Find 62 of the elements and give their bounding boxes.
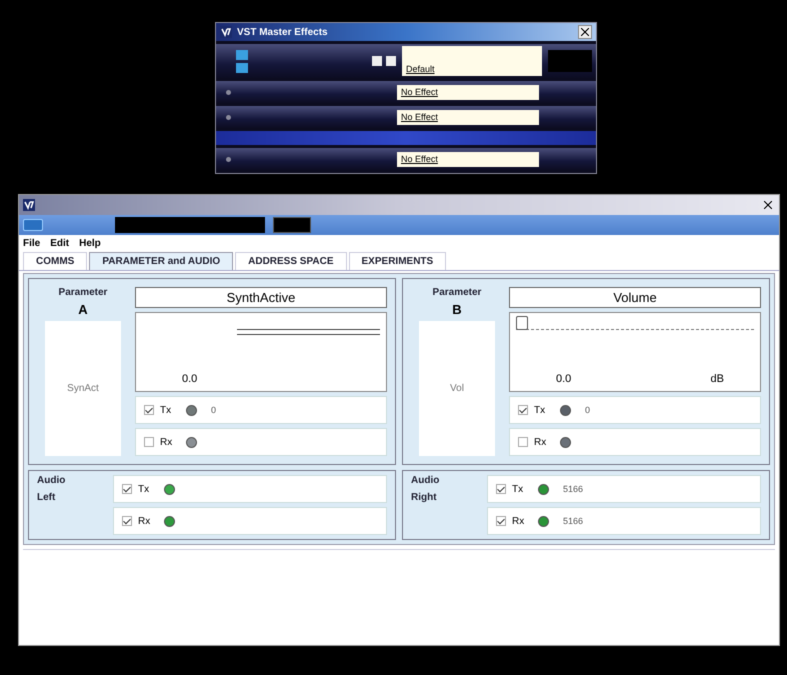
- slot-indicator: [226, 156, 231, 162]
- link-value: 0: [211, 405, 216, 415]
- link-value: 5166: [563, 516, 584, 526]
- effect-dropdown[interactable]: No Effect: [397, 152, 539, 166]
- module-icon[interactable]: [236, 62, 248, 72]
- menu-item[interactable]: Edit: [50, 238, 70, 249]
- slot-indicator: [226, 114, 231, 120]
- app-icon: [220, 26, 232, 38]
- module-icon[interactable]: [236, 50, 248, 60]
- tab[interactable]: COMMS: [23, 252, 88, 270]
- app-icon: [23, 199, 35, 211]
- tab[interactable]: ADDRESS SPACE: [235, 252, 347, 270]
- link-value: 0: [585, 405, 590, 415]
- checkbox[interactable]: [518, 437, 528, 447]
- panel-label: Audio: [411, 475, 440, 486]
- effect-dropdown[interactable]: No Effect: [397, 110, 539, 124]
- link-label: Rx: [512, 516, 526, 526]
- panel-label: Parameter: [432, 287, 482, 298]
- link-value: 5166: [563, 484, 584, 494]
- menu-item[interactable]: Help: [79, 238, 101, 249]
- channel-label: Right: [411, 492, 438, 503]
- short-name: SynAct: [67, 383, 99, 394]
- panel-label: Parameter: [58, 287, 108, 298]
- switch-line[interactable]: [237, 329, 380, 335]
- parameter-value: 0.0: [556, 373, 572, 385]
- checkbox[interactable]: [144, 405, 154, 415]
- tab[interactable]: EXPERIMENTS: [348, 252, 446, 270]
- checkbox[interactable]: [496, 516, 506, 526]
- slot-indicator: [226, 90, 231, 94]
- toolbar-button[interactable]: [273, 217, 311, 233]
- connect-button[interactable]: [23, 219, 43, 231]
- checkbox[interactable]: [122, 484, 132, 494]
- panel-letter: B: [452, 302, 462, 317]
- tab[interactable]: PARAMETER and AUDIO: [89, 252, 234, 270]
- link-label: Rx: [138, 516, 152, 526]
- short-name: Vol: [450, 383, 464, 394]
- link-label: Tx: [138, 484, 150, 494]
- parameter-name: SynthActive: [135, 287, 387, 308]
- link-label: Rx: [534, 436, 548, 448]
- checkbox[interactable]: [144, 437, 154, 447]
- slider-thumb[interactable]: [516, 316, 528, 330]
- link-label: Tx: [512, 484, 524, 494]
- window-title: VST Master Effects: [237, 26, 329, 38]
- menu-item[interactable]: File: [23, 238, 40, 249]
- link-label: Rx: [160, 436, 174, 448]
- panel-letter: A: [78, 302, 88, 317]
- effect-dropdown[interactable]: No Effect: [397, 84, 539, 100]
- checkbox[interactable]: [496, 484, 506, 494]
- link-label: Tx: [534, 404, 546, 416]
- checkbox[interactable]: [122, 516, 132, 526]
- parameter-value: 0.0: [182, 373, 198, 385]
- close-button[interactable]: [578, 25, 592, 39]
- channel-label: Left: [37, 492, 56, 503]
- link-label: Tx: [160, 404, 172, 416]
- preset-value: Default: [406, 64, 435, 74]
- panel-label: Audio: [37, 475, 66, 486]
- parameter-name: Volume: [509, 287, 761, 308]
- slider-track[interactable]: [516, 319, 754, 330]
- preset-dropdown[interactable]: Default: [402, 46, 542, 76]
- checkbox[interactable]: [518, 405, 528, 415]
- address-field[interactable]: [115, 217, 265, 233]
- unit-label: dB: [710, 373, 724, 385]
